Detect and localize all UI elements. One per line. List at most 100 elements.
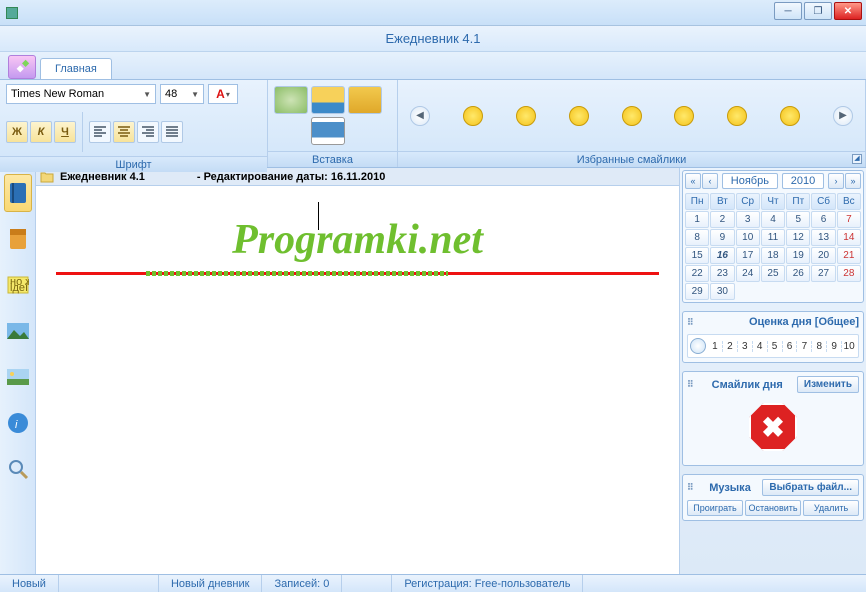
cal-day-cell[interactable]: 7	[837, 211, 861, 228]
font-family-value: Times New Roman	[11, 88, 104, 100]
cal-prev-year[interactable]: «	[685, 173, 701, 189]
smiley-1[interactable]	[463, 106, 483, 126]
cal-day-cell[interactable]: 8	[685, 229, 709, 246]
smileys-prev-button[interactable]: ◀	[410, 106, 430, 126]
align-right-button[interactable]	[137, 121, 159, 143]
rating-tick: 6	[782, 341, 797, 352]
cal-day-cell[interactable]: 9	[710, 229, 734, 246]
smiley-4[interactable]	[622, 106, 642, 126]
cal-day-cell[interactable]: 17	[736, 247, 760, 264]
insert-sunglasses-button[interactable]	[348, 86, 382, 114]
align-justify-button[interactable]	[161, 121, 183, 143]
cal-day-cell[interactable]: 22	[685, 265, 709, 282]
cal-day-cell[interactable]: 11	[761, 229, 785, 246]
music-choose-button[interactable]: Выбрать файл...	[762, 479, 859, 496]
no-smiley-icon: ✖	[749, 403, 797, 451]
rating-tick: 7	[796, 341, 811, 352]
rating-tick: 10	[841, 341, 856, 352]
cal-day-cell[interactable]: 27	[811, 265, 835, 282]
music-play-button[interactable]: Проиграть	[687, 500, 743, 516]
chevron-down-icon: ▼	[143, 90, 151, 99]
cal-day-cell[interactable]: 20	[811, 247, 835, 264]
cal-day-cell[interactable]: 16	[710, 247, 734, 264]
cal-day-cell[interactable]: 4	[761, 211, 785, 228]
cal-day-cell[interactable]: 18	[761, 247, 785, 264]
insert-beach-button[interactable]	[311, 86, 345, 114]
cal-day-cell[interactable]: 29	[685, 283, 709, 300]
italic-button[interactable]: К	[30, 121, 52, 143]
cal-day-cell[interactable]: 12	[786, 229, 810, 246]
sidebar-search-button[interactable]	[4, 450, 32, 488]
cal-day-cell[interactable]: 21	[837, 247, 861, 264]
sidebar-landscape-button[interactable]	[4, 358, 32, 396]
app-menu-button[interactable]	[8, 55, 36, 79]
status-bar: Новый Новый дневник Записей: 0 Регистрац…	[0, 574, 866, 592]
cal-day-cell[interactable]: 28	[837, 265, 861, 282]
rating-tick: 2	[722, 341, 737, 352]
smiley-2[interactable]	[516, 106, 536, 126]
font-color-button[interactable]: A ▾	[208, 84, 238, 104]
cal-day-cell[interactable]: 26	[786, 265, 810, 282]
bold-button[interactable]: Ж	[6, 121, 28, 143]
smileys-dialog-launcher[interactable]: ◢	[852, 154, 862, 164]
smileys-next-button[interactable]: ▶	[833, 106, 853, 126]
cal-day-cell[interactable]: 14	[837, 229, 861, 246]
cal-next-month[interactable]: ›	[828, 173, 844, 189]
cal-day-cell[interactable]: 30	[710, 283, 734, 300]
cal-next-year[interactable]: »	[845, 173, 861, 189]
editor-edit-label: - Редактирование даты: 16.11.2010	[197, 171, 385, 183]
font-size-value: 48	[165, 88, 177, 100]
sidebar-sticky-button[interactable]: но жеідеї!	[4, 266, 32, 304]
smiley-5[interactable]	[674, 106, 694, 126]
align-center-button[interactable]	[113, 121, 135, 143]
cal-day-cell[interactable]: 24	[736, 265, 760, 282]
cal-day-cell[interactable]: 3	[736, 211, 760, 228]
cal-day-cell[interactable]: 2	[710, 211, 734, 228]
svg-text:ідеї!: ідеї!	[10, 282, 29, 294]
cal-prev-month[interactable]: ‹	[702, 173, 718, 189]
sidebar-photo-button[interactable]	[4, 312, 32, 350]
ribbon-tabs: Главная	[0, 52, 866, 80]
smiley-6[interactable]	[727, 106, 747, 126]
rating-slider[interactable]: 12345678910	[687, 334, 859, 358]
sidebar-info-button[interactable]: i	[4, 404, 32, 442]
cal-day-cell[interactable]: 15	[685, 247, 709, 264]
smiley-3[interactable]	[569, 106, 589, 126]
minimize-button[interactable]: ─	[774, 2, 802, 20]
notebook-icon	[8, 227, 28, 251]
app-title: Ежедневник 4.1	[0, 26, 866, 52]
cal-day-cell[interactable]: 1	[685, 211, 709, 228]
music-delete-button[interactable]: Удалить	[803, 500, 859, 516]
close-button[interactable]: ✕	[834, 2, 862, 20]
smiley-7[interactable]	[780, 106, 800, 126]
font-family-select[interactable]: Times New Roman ▼	[6, 84, 156, 104]
tab-main[interactable]: Главная	[40, 58, 112, 79]
cal-day-cell[interactable]: 5	[786, 211, 810, 228]
underline-button[interactable]: Ч	[54, 121, 76, 143]
cal-day-cell[interactable]: 25	[761, 265, 785, 282]
rating-knob[interactable]	[690, 338, 706, 354]
cal-day-header: Вт	[710, 193, 734, 210]
cal-day-cell[interactable]: 6	[811, 211, 835, 228]
cal-month-label[interactable]: Ноябрь	[722, 173, 778, 189]
maximize-button[interactable]: ❐	[804, 2, 832, 20]
cal-year-label[interactable]: 2010	[782, 173, 824, 189]
ribbon: Times New Roman ▼ 48 ▼ A ▾ Ж К Ч	[0, 80, 866, 168]
sidebar-diary-button[interactable]	[4, 174, 32, 212]
align-left-button[interactable]	[89, 121, 111, 143]
cal-day-cell[interactable]: 13	[811, 229, 835, 246]
editor-watermark-text: Programki.net	[56, 216, 659, 264]
cal-day-cell	[736, 283, 760, 300]
music-stop-button[interactable]: Остановить	[745, 500, 801, 516]
editor-canvas[interactable]: Programki.net	[36, 186, 679, 574]
cal-day-cell[interactable]: 19	[786, 247, 810, 264]
insert-globe-button[interactable]	[274, 86, 308, 114]
calendar: « ‹ Ноябрь 2010 › » ПнВтСрЧтПтСбВс123456…	[682, 170, 864, 303]
insert-polaroid-button[interactable]	[311, 117, 345, 145]
editor-area: Ежедневник 4.1 - Редактирование даты: 16…	[36, 168, 680, 574]
sidebar-notes-button[interactable]	[4, 220, 32, 258]
font-size-select[interactable]: 48 ▼	[160, 84, 204, 104]
day-smiley-change-button[interactable]: Изменить	[797, 376, 859, 393]
cal-day-cell[interactable]: 23	[710, 265, 734, 282]
cal-day-cell[interactable]: 10	[736, 229, 760, 246]
